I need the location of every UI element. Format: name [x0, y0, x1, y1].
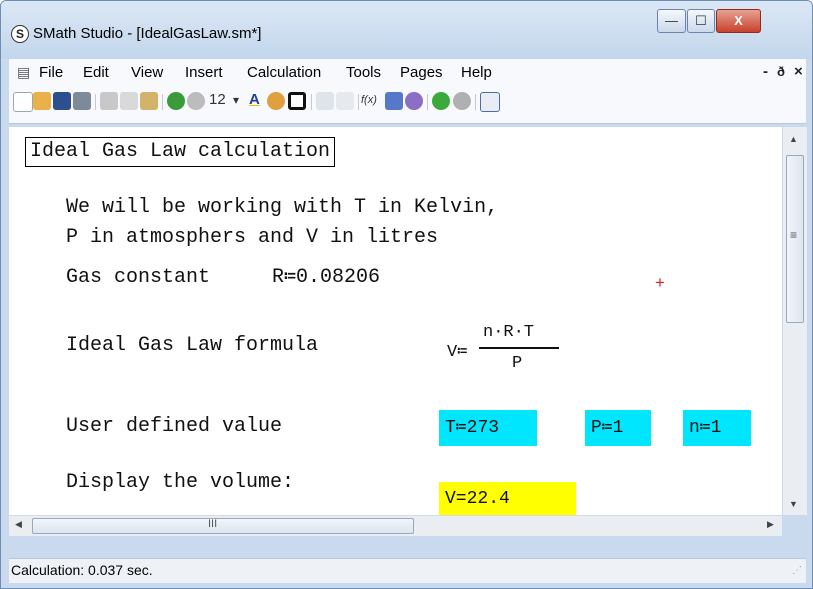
menu-pages[interactable]: Pages	[400, 64, 443, 81]
redo-icon[interactable]	[187, 92, 205, 110]
save-icon[interactable]	[53, 92, 71, 110]
gas-constant-expression[interactable]: R≔0.08206	[272, 264, 380, 292]
formula-denominator: P	[512, 354, 523, 373]
paste-icon[interactable]	[140, 92, 158, 110]
resize-grip-icon[interactable]: ⋰	[792, 565, 802, 576]
hscroll-grip-icon: III	[208, 518, 218, 530]
toolbar: 12 ▾ A f(x)	[9, 86, 806, 124]
gas-constant-label[interactable]: Gas constant	[66, 264, 210, 292]
horizontal-scroll-thumb[interactable]: III	[32, 518, 414, 534]
formula-label[interactable]: Ideal Gas Law formula	[66, 332, 318, 360]
worksheet[interactable]: Ideal Gas Law calculation We will be wor…	[9, 127, 782, 515]
print-icon[interactable]	[73, 92, 91, 110]
copy-icon[interactable]	[120, 92, 138, 110]
menu-insert[interactable]: Insert	[185, 64, 223, 81]
scroll-grip-icon: ≡	[790, 228, 798, 242]
formula-numerator: n·R·T	[483, 323, 535, 342]
display-label[interactable]: Display the volume:	[66, 469, 294, 497]
title-bar[interactable]: S SMath Studio - [IdealGasLaw.sm*] — ☐ X	[1, 1, 812, 59]
font-size-dropdown-icon[interactable]: ▾	[233, 93, 239, 107]
cut-icon[interactable]	[100, 92, 118, 110]
close-button[interactable]: X	[716, 9, 761, 33]
color-palette-icon[interactable]	[267, 92, 285, 110]
units-icon[interactable]	[385, 92, 403, 110]
menu-tools[interactable]: Tools	[346, 64, 381, 81]
vertical-scroll-thumb[interactable]: ≡	[786, 155, 804, 323]
formula-expression[interactable]: V≔ n·R·T P	[447, 323, 577, 379]
volume-result[interactable]: V=22.4	[439, 482, 576, 515]
plugins-icon[interactable]	[405, 92, 423, 110]
minimize-icon: —	[665, 13, 678, 28]
document-icon[interactable]: ▤	[17, 64, 30, 81]
text-style-icon[interactable]: A	[249, 91, 260, 108]
horizontal-scrollbar[interactable]: ◀ III ▶	[9, 515, 782, 536]
scroll-left-icon[interactable]: ◀	[15, 519, 22, 530]
menu-help[interactable]: Help	[461, 64, 492, 81]
close-icon: X	[734, 13, 743, 28]
window-title: SMath Studio - [IdealGasLaw.sm*]	[33, 25, 262, 42]
doc-restore-icon[interactable]: ð	[777, 64, 785, 79]
doc-minimize-icon[interactable]: -	[763, 63, 768, 80]
function-icon[interactable]: f(x)	[361, 94, 377, 106]
undo-icon[interactable]	[167, 92, 185, 110]
fraction-bar	[479, 347, 559, 349]
doc-close-icon[interactable]: ×	[794, 63, 803, 80]
insertion-cursor-icon: +	[655, 273, 665, 292]
status-bar: Calculation: 0.037 sec. ⋰	[9, 558, 806, 583]
minimize-button[interactable]: —	[657, 9, 686, 33]
pressure-input[interactable]: P≔1	[585, 410, 651, 446]
new-file-icon[interactable]	[13, 92, 33, 112]
formula-lhs: V≔	[447, 343, 468, 362]
font-size-value[interactable]: 12	[209, 91, 226, 108]
open-folder-icon[interactable]	[33, 92, 51, 110]
description-line-1[interactable]: We will be working with T in Kelvin,	[66, 194, 498, 222]
scroll-up-icon[interactable]: ▲	[789, 134, 798, 144]
matrix-icon[interactable]	[316, 92, 334, 110]
maximize-icon: ☐	[695, 13, 707, 28]
vertical-scrollbar[interactable]: ▲ ≡ ▼	[782, 127, 807, 515]
worksheet-title[interactable]: Ideal Gas Law calculation	[25, 137, 336, 167]
menu-calculation[interactable]: Calculation	[247, 64, 321, 81]
smath-logo-icon[interactable]: S	[11, 25, 29, 43]
menu-view[interactable]: View	[131, 64, 163, 81]
page-layout-icon[interactable]	[480, 92, 500, 112]
description-line-2[interactable]: P in atmosphers and V in litres	[66, 224, 438, 252]
border-icon[interactable]	[288, 92, 306, 110]
menu-edit[interactable]: Edit	[83, 64, 109, 81]
maximize-button[interactable]: ☐	[687, 9, 715, 33]
temperature-input[interactable]: T≔273	[439, 410, 537, 446]
app-window: S SMath Studio - [IdealGasLaw.sm*] — ☐ X…	[0, 0, 813, 589]
menu-file[interactable]: File	[39, 64, 63, 81]
stop-calculation-icon[interactable]	[453, 92, 471, 110]
align-icon[interactable]	[336, 92, 354, 110]
status-text: Calculation: 0.037 sec.	[11, 562, 153, 578]
menu-bar: ▤ File Edit View Insert Calculation Tool…	[9, 59, 806, 86]
recalculate-icon[interactable]	[432, 92, 450, 110]
moles-input[interactable]: n≔1	[683, 410, 751, 446]
scroll-right-icon[interactable]: ▶	[767, 519, 774, 530]
scroll-down-icon[interactable]: ▼	[789, 499, 798, 509]
user-values-label[interactable]: User defined value	[66, 413, 282, 441]
